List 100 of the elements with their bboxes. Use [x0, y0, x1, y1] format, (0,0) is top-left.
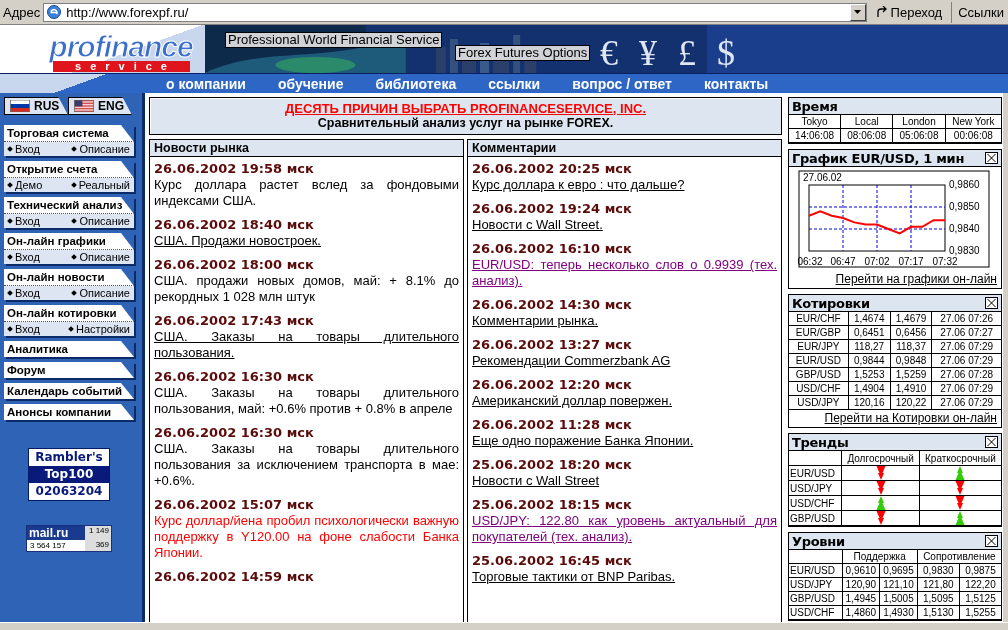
links-button[interactable]: Ссылки: [951, 1, 1008, 23]
banner-text: Professional World Financial Service: [225, 32, 443, 48]
mailru-counter[interactable]: mail.ru 1 149 3 564 157 369: [26, 525, 112, 552]
menu-heading[interactable]: Открытие счета: [4, 161, 134, 178]
close-icon[interactable]: [985, 436, 998, 448]
menu-heading[interactable]: Аналитика: [4, 341, 134, 357]
submenu-link[interactable]: Описание: [70, 287, 130, 299]
nav-link[interactable]: обучение: [261, 76, 360, 92]
table-cell: 121,10: [879, 577, 918, 592]
table-cell: 0,6456: [890, 325, 932, 340]
table-cell: 27.06 07:29: [932, 381, 1001, 396]
news-date: 26.06.2002 18:00 мск: [154, 257, 314, 273]
table-cell: 1,4860: [842, 605, 880, 620]
menu-heading[interactable]: Он-лайн котировки: [4, 305, 134, 322]
address-field[interactable]: http://www.forexpf.ru/: [43, 2, 867, 22]
submenu-link[interactable]: Описание: [70, 143, 130, 155]
axis-label: 0,9840: [949, 223, 980, 234]
submenu-link[interactable]: Настройки: [67, 323, 130, 335]
axis-label: 07:32: [932, 256, 958, 267]
scrollbar[interactable]: [0, 622, 1008, 630]
submenu-link[interactable]: Вход: [6, 143, 40, 155]
language-tab[interactable]: ENG: [68, 97, 132, 115]
scrollbar[interactable]: [1002, 93, 1008, 622]
submenu-link[interactable]: Вход: [6, 251, 40, 263]
news-text: США. продажи новых домов, май: + 8.1% до рекордных 1 028 млн штук: [154, 273, 459, 305]
menu-heading[interactable]: Анонсы компании: [4, 404, 134, 420]
table-cell: 1,5255: [959, 605, 1001, 620]
news-link[interactable]: США. Продажи новостроек.: [154, 233, 321, 249]
table-cell: USD/JPY: [789, 480, 842, 496]
news-link[interactable]: Рекомендации Commerzbank AG: [472, 353, 671, 369]
visited-link[interactable]: USD/JPY: 122.80 как уровень актуальный для покупателей (тех. анализ).: [472, 513, 777, 545]
nav-link[interactable]: вопрос / ответ: [556, 76, 688, 92]
table-cell: 27.06 07:29: [932, 353, 1001, 368]
visited-link[interactable]: EUR/USD: теперь несколько слов о 0.9939 (тех. анализ).: [472, 257, 777, 289]
close-icon[interactable]: [985, 152, 998, 164]
nav-link[interactable]: ссылки: [472, 76, 557, 92]
table-cell: 1,5095: [917, 591, 960, 606]
close-icon[interactable]: [985, 297, 998, 309]
table-cell: USD/JPY: [789, 577, 843, 592]
rambler-counter[interactable]: Rambler's Top100 02063204: [28, 448, 110, 501]
submenu-link[interactable]: Реальный: [69, 179, 130, 191]
submenu-link[interactable]: Описание: [70, 251, 130, 263]
axis-label: 07:02: [864, 256, 890, 267]
table-cell: 1,5130: [917, 605, 960, 620]
axis-label: 07:17: [898, 256, 924, 267]
close-icon[interactable]: [985, 535, 998, 547]
table-cell: 0,9875: [959, 563, 1001, 578]
menu-heading[interactable]: Он-лайн новости: [4, 269, 134, 286]
menu-heading[interactable]: Он-лайн графики: [4, 233, 134, 250]
address-label: Адрес: [3, 4, 41, 20]
submenu-link[interactable]: Вход: [6, 287, 40, 299]
news-link[interactable]: Новости с Wall Street.: [472, 217, 603, 233]
submenu-link[interactable]: Демо: [6, 179, 43, 191]
language-tab[interactable]: RUS: [4, 97, 68, 115]
table-cell: USD/JPY: [789, 395, 849, 410]
table-cell: 120,16: [848, 395, 891, 410]
table-cell: 0,9848: [890, 353, 932, 368]
table-cell: 1,5259: [890, 367, 932, 382]
dropdown-button[interactable]: [849, 3, 866, 21]
menu-heading[interactable]: Торговая система: [4, 125, 134, 142]
news-date: 26.06.2002 14:59 мск: [154, 569, 314, 585]
news-link[interactable]: Комментарии рынка.: [472, 313, 599, 329]
nav-link[interactable]: библиотека: [359, 76, 473, 92]
nav-link[interactable]: контакты: [688, 76, 785, 92]
panel-title: Тренды: [792, 434, 849, 450]
table-cell: 1,4910: [890, 381, 932, 396]
table-cell: EUR/JPY: [789, 339, 849, 354]
menu-heading[interactable]: Форум: [4, 362, 134, 378]
panel-title: Новости рынка: [150, 140, 463, 157]
news-date: 26.06.2002 16:30 мск: [154, 369, 314, 385]
news-link[interactable]: США. Заказы на товары длительного пользования.: [154, 329, 459, 361]
menu-heading[interactable]: Технический анализ: [4, 197, 134, 214]
table-cell: 27.06 07:28: [932, 367, 1001, 382]
submenu-link[interactable]: Вход: [6, 323, 40, 335]
table-cell: USD/CHF: [789, 495, 842, 511]
news-date: 26.06.2002 14:30 мск: [472, 297, 632, 313]
submenu-link[interactable]: Описание: [70, 215, 130, 227]
news-link[interactable]: Торговые тактики от BNP Paribas.: [472, 569, 676, 585]
axis-label: 0,9850: [949, 201, 980, 212]
table-cell: 1,4930: [879, 605, 918, 620]
quotes-link[interactable]: Перейти на Котировки он-лайн: [789, 410, 1001, 427]
chart-link[interactable]: Перейти на графики он-лайн: [789, 271, 1001, 288]
menu-heading[interactable]: Календарь событий: [4, 383, 134, 399]
table-cell: EUR/USD: [789, 465, 842, 481]
news-link[interactable]: Курс доллара к евро : что дальше?: [472, 177, 685, 193]
news-date: 25.06.2002 16:45 мск: [472, 553, 632, 569]
news-link[interactable]: Новости с Wall Street: [472, 473, 600, 489]
news-link[interactable]: Еще одно поражение Банка Японии.: [472, 433, 694, 449]
news-date: 26.06.2002 13:27 мск: [472, 337, 632, 353]
table-cell: 120,22: [890, 395, 932, 410]
news-text: Курс доллара растет вслед за фондовыми индексами США.: [154, 177, 459, 209]
promo-subtitle: Сравнительный анализ услуг на рынке FOREX.: [317, 116, 614, 130]
axis-label: 06:47: [830, 256, 856, 267]
news-link[interactable]: Американский доллар повержен.: [472, 393, 672, 409]
column-header: New York: [945, 115, 1001, 129]
nav-link[interactable]: о компании: [150, 76, 262, 92]
table-cell: 120,90: [842, 577, 880, 592]
table-cell: 27.06 07:27: [932, 325, 1001, 340]
submenu-link[interactable]: Вход: [6, 215, 40, 227]
panel-title: Время: [792, 98, 838, 114]
